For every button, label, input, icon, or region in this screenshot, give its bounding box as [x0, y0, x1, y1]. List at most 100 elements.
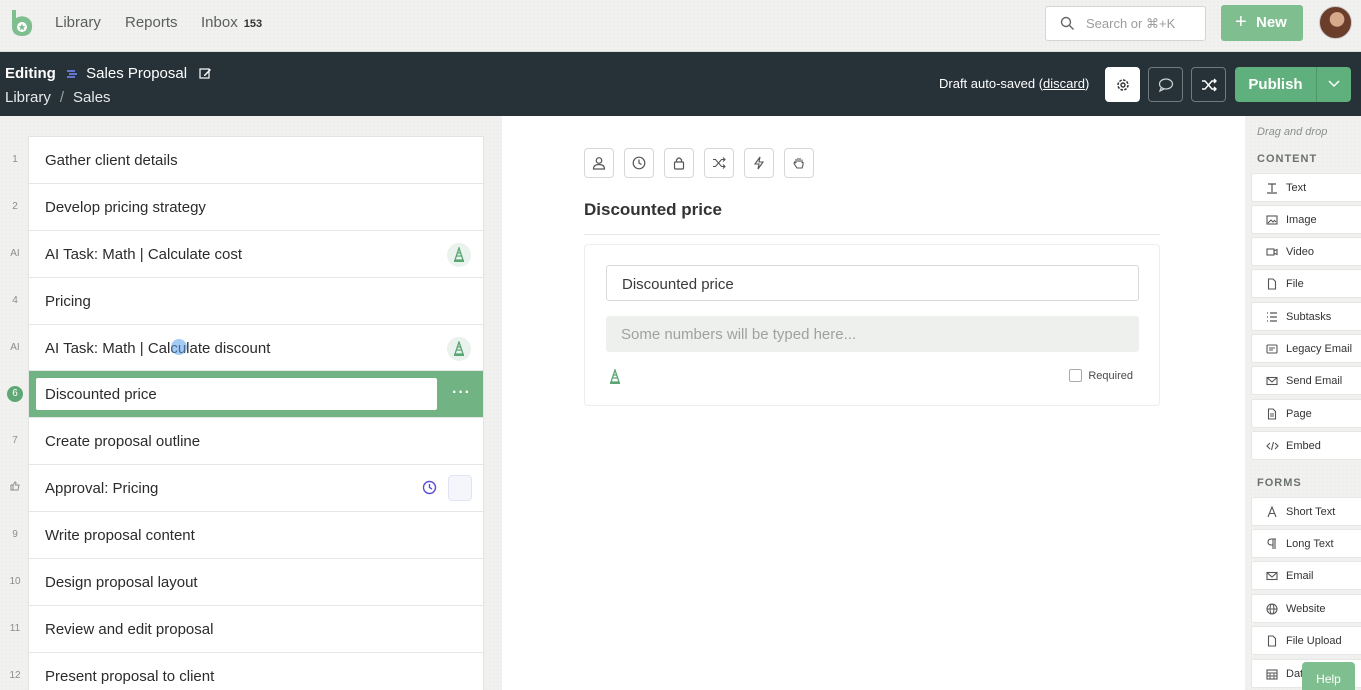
paragraph-icon — [1267, 538, 1276, 549]
list-icon — [1267, 312, 1277, 322]
ai-task-icon — [447, 242, 471, 267]
task-row[interactable]: 9 Write proposal content — [12, 512, 483, 560]
conditional-button[interactable] — [704, 148, 734, 178]
assign-button[interactable] — [584, 148, 614, 178]
chevron-down-icon — [1328, 80, 1340, 88]
discard-link[interactable]: discard — [1043, 76, 1085, 91]
shuffle-icon — [1202, 78, 1217, 92]
search-icon — [1060, 16, 1074, 30]
task-number: 10 — [9, 576, 21, 588]
form-field-card[interactable]: Discounted price Some numbers will be ty… — [584, 244, 1160, 406]
task-row[interactable]: 12 Present proposal to client — [9, 653, 483, 690]
task-row-selected[interactable]: 6 Discounted price ··· — [7, 371, 483, 419]
nav-inbox[interactable]: Inbox 153 — [201, 14, 262, 31]
shuffle-button[interactable] — [1191, 67, 1226, 102]
palette-item-page[interactable]: Page — [1251, 399, 1361, 428]
task-row[interactable]: AI AI Task: Math | Calculate cost — [10, 231, 483, 278]
task-row[interactable]: 11 Review and edit proposal — [10, 606, 483, 653]
task-row[interactable]: 2 Develop pricing strategy — [12, 184, 483, 231]
task-list: 1 Gather client details 2 Develop pricing … — [7, 136, 484, 690]
editing-header: Editing Sales Proposal Library / Sales Dra… — [0, 52, 1361, 116]
input-placeholder: Some numbers will be typed here... — [621, 326, 857, 343]
edit-pencil-icon[interactable] — [199, 67, 212, 80]
task-row[interactable]: 7 Create proposal outline — [12, 418, 483, 466]
task-row[interactable]: 1 Gather client details — [12, 137, 483, 184]
clock-icon — [422, 481, 437, 495]
task-label: Write proposal content — [45, 527, 195, 545]
short-text-preview-input[interactable]: Some numbers will be typed here... — [606, 316, 1139, 352]
task-row[interactable]: 4 Pricing — [12, 278, 483, 325]
new-button[interactable]: + New — [1221, 5, 1303, 41]
due-date-button[interactable] — [624, 148, 654, 178]
divider — [584, 234, 1160, 235]
workflow-name[interactable]: Sales Proposal — [86, 65, 187, 82]
required-checkbox[interactable]: Required — [1069, 369, 1133, 382]
file-icon — [1267, 635, 1277, 647]
forms-section-title: FORMS — [1257, 477, 1302, 489]
short-text-icon — [1267, 506, 1277, 518]
nav-library[interactable]: Library — [55, 14, 101, 31]
palette-item-file[interactable]: File — [1251, 269, 1361, 298]
settings-button[interactable] — [1105, 67, 1140, 102]
automation-button[interactable] — [744, 148, 774, 178]
help-button[interactable]: Help — [1302, 662, 1355, 690]
task-label: Gather client details — [45, 152, 178, 169]
task-label: AI Task: Math | Calculate cost — [45, 245, 243, 263]
task-number: 4 — [12, 294, 18, 306]
palette-item-send-email[interactable]: Send Email — [1251, 366, 1361, 395]
task-row[interactable]: Approval: Pricing — [10, 465, 483, 513]
more-options-icon[interactable]: ··· — [452, 384, 471, 402]
palette-item-file-upload[interactable]: File Upload — [1251, 626, 1361, 655]
task-number: AI — [10, 247, 20, 259]
palette-item-long-text[interactable]: Long Text — [1251, 529, 1361, 558]
nav-reports[interactable]: Reports — [125, 14, 178, 31]
palette-item-image[interactable]: Image — [1251, 205, 1361, 234]
lock-icon — [673, 157, 685, 170]
publish-dropdown-button[interactable] — [1316, 67, 1351, 102]
task-label: Discounted price — [45, 386, 157, 404]
search-input[interactable]: Search or ⌘+K — [1045, 6, 1206, 41]
task-row[interactable]: AI AI Task: Math | Calculate discount — [10, 325, 483, 372]
mail-icon — [1266, 376, 1278, 386]
plus-icon: + — [1235, 11, 1247, 33]
globe-icon — [1266, 603, 1278, 615]
approval-icon — [1, 465, 29, 511]
palette-item-short-text[interactable]: Short Text — [1251, 497, 1361, 526]
field-label-input[interactable]: Discounted price — [606, 265, 1139, 301]
palette-item-email[interactable]: Email — [1251, 561, 1361, 590]
user-avatar[interactable] — [1319, 6, 1352, 39]
breadcrumb-library[interactable]: Library — [5, 89, 51, 106]
palette-item-legacy-email[interactable]: Legacy Email — [1251, 334, 1361, 363]
task-number: 2 — [12, 200, 18, 212]
search-placeholder: Search or ⌘+K — [1086, 16, 1176, 31]
stop-task-button[interactable] — [784, 148, 814, 178]
file-icon — [1267, 278, 1277, 290]
permissions-button[interactable] — [664, 148, 694, 178]
palette-item-website[interactable]: Website — [1251, 594, 1361, 623]
form-editor: Discounted price Discounted price Some n… — [502, 116, 1245, 690]
breadcrumb: Library / Sales — [5, 89, 111, 106]
legacy-email-icon — [1266, 344, 1278, 354]
task-number: 1 — [12, 154, 18, 165]
assignee-avatar — [448, 475, 472, 502]
palette-item-subtasks[interactable]: Subtasks — [1251, 302, 1361, 331]
palette-item-video[interactable]: Video — [1251, 237, 1361, 266]
publish-button[interactable]: Publish — [1235, 67, 1316, 102]
task-label: Create proposal outline — [45, 433, 201, 451]
comments-button[interactable] — [1148, 67, 1183, 102]
widget-palette: Drag and drop CONTENT Text Image Video F… — [1245, 116, 1361, 690]
page-icon — [1267, 408, 1277, 420]
logo-icon[interactable] — [8, 8, 35, 38]
gear-icon — [1117, 79, 1129, 91]
drag-drop-hint: Drag and drop — [1257, 126, 1328, 138]
palette-item-embed[interactable]: Embed — [1251, 431, 1361, 460]
task-row[interactable]: 10 Design proposal layout — [9, 559, 483, 606]
task-number: AI — [10, 341, 20, 353]
breadcrumb-sales[interactable]: Sales — [73, 89, 111, 106]
workflow-icon — [67, 70, 77, 78]
code-icon — [1266, 441, 1279, 451]
task-label: Develop pricing strategy — [45, 198, 206, 216]
ai-icon[interactable] — [607, 369, 623, 385]
editing-mode-label: Editing — [5, 65, 56, 82]
palette-item-text[interactable]: Text — [1251, 173, 1361, 202]
